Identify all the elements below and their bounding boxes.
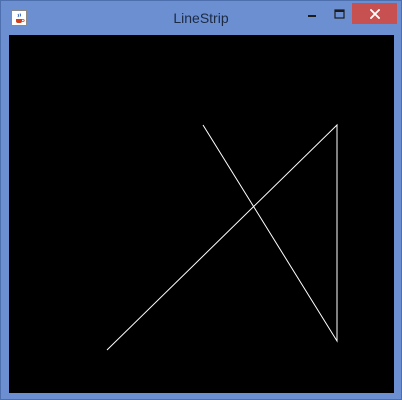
close-button[interactable]	[352, 3, 397, 24]
maximize-icon	[333, 8, 345, 19]
title-bar[interactable]: LineStrip	[1, 1, 401, 34]
maximize-button[interactable]	[326, 3, 352, 24]
minimize-icon	[308, 14, 316, 17]
close-icon	[369, 8, 380, 19]
line-strip	[106, 123, 338, 351]
drawing-canvas[interactable]	[9, 35, 394, 393]
minimize-button[interactable]	[298, 3, 326, 24]
app-window: LineStrip	[0, 0, 402, 400]
